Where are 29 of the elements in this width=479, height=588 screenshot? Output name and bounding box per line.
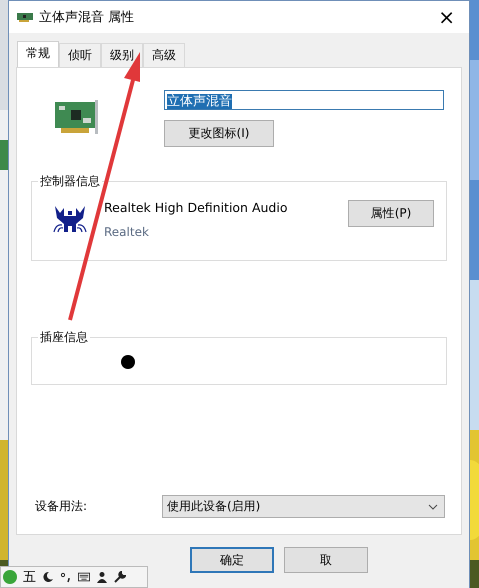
properties-button[interactable]: 属性(P) <box>348 200 434 227</box>
usage-label: 设备用法: <box>35 498 88 515</box>
ime-logo-icon[interactable] <box>3 570 17 584</box>
close-button[interactable]: × <box>432 5 461 29</box>
punctuation-icon[interactable] <box>60 571 72 583</box>
tab[interactable]: 侦听 <box>59 43 101 67</box>
sound-card-icon <box>53 100 99 136</box>
name-field[interactable]: 立体声混音 <box>164 90 444 110</box>
tab[interactable]: 级别 <box>101 43 143 67</box>
usage-dropdown[interactable]: 使用此设备(启用) <box>162 495 445 518</box>
moon-icon[interactable] <box>42 571 54 583</box>
dialog-button[interactable]: 确定 <box>190 547 274 573</box>
ime-mode[interactable]: 五 <box>23 568 36 586</box>
change-icon-button[interactable]: 更改图标(I) <box>164 120 274 147</box>
wrench-icon[interactable] <box>114 571 126 583</box>
user-icon[interactable] <box>96 571 108 583</box>
group-heading: 插座信息 <box>38 329 90 346</box>
controller-name: Realtek High Definition Audio <box>104 200 288 215</box>
tab[interactable]: 常规 <box>17 41 59 67</box>
window-title: 立体声混音 属性 <box>39 9 136 26</box>
crab-logo-icon <box>52 204 88 234</box>
sound-card-icon <box>17 12 33 22</box>
keyboard-icon[interactable] <box>78 571 90 583</box>
cursor-dot-icon <box>121 355 135 369</box>
tab[interactable]: 高级 <box>143 43 185 67</box>
vendor-name: Realtek <box>104 225 150 239</box>
chevron-down-icon <box>428 504 438 510</box>
dialog-button[interactable]: 取 <box>284 547 368 573</box>
group-heading: 控制器信息 <box>38 173 102 190</box>
